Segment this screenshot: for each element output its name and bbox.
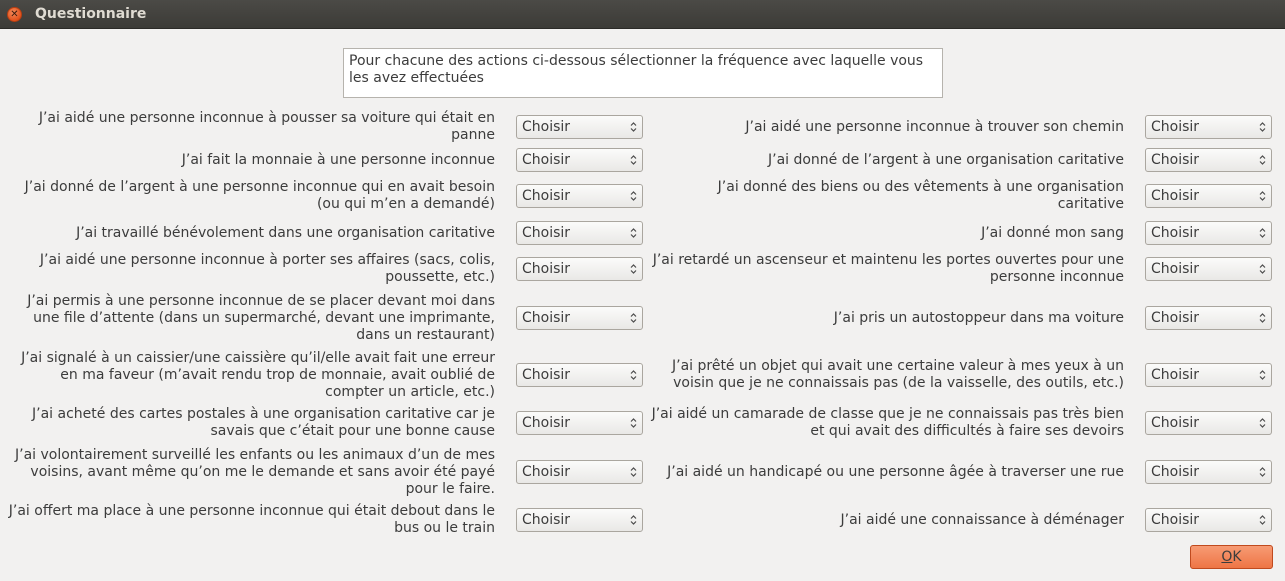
updown-arrows-icon bbox=[630, 264, 637, 274]
updown-arrows-icon bbox=[630, 370, 637, 380]
frequency-select[interactable]: Choisir bbox=[1145, 306, 1272, 330]
frequency-select[interactable]: Choisir bbox=[1145, 508, 1272, 532]
select-value: Choisir bbox=[1151, 310, 1200, 326]
frequency-select[interactable]: Choisir bbox=[516, 363, 643, 387]
updown-arrows-icon bbox=[630, 467, 637, 477]
question-label: J’ai offert ma place à une personne inco… bbox=[8, 503, 495, 536]
frequency-select[interactable]: Choisir bbox=[516, 460, 643, 484]
updown-arrows-icon bbox=[630, 155, 637, 165]
question-label: J’ai retardé un ascenseur et maintenu le… bbox=[652, 252, 1124, 285]
frequency-select[interactable]: Choisir bbox=[1145, 257, 1272, 281]
title-bar: ✕ Questionnaire bbox=[0, 0, 1285, 29]
frequency-select[interactable]: Choisir bbox=[1145, 411, 1272, 435]
updown-arrows-icon bbox=[630, 191, 637, 201]
updown-arrows-icon bbox=[630, 313, 637, 323]
frequency-select[interactable]: Choisir bbox=[516, 508, 643, 532]
ok-mnemonic: O bbox=[1221, 549, 1233, 565]
select-value: Choisir bbox=[1151, 415, 1200, 431]
select-value: Choisir bbox=[522, 310, 571, 326]
select-value: Choisir bbox=[522, 261, 571, 277]
updown-arrows-icon bbox=[1259, 418, 1266, 428]
question-label: J’ai prêté un objet qui avait une certai… bbox=[672, 358, 1124, 391]
select-value: Choisir bbox=[1151, 464, 1200, 480]
frequency-select[interactable]: Choisir bbox=[516, 257, 643, 281]
frequency-select[interactable]: Choisir bbox=[1145, 460, 1272, 484]
updown-arrows-icon bbox=[630, 228, 637, 238]
question-label: J’ai aidé un camarade de classe que je n… bbox=[651, 406, 1124, 439]
question-label: J’ai aidé une personne inconnue à porter… bbox=[39, 252, 495, 285]
question-label: J’ai aidé un handicapé ou une personne â… bbox=[667, 463, 1124, 480]
select-value: Choisir bbox=[522, 367, 571, 383]
updown-arrows-icon bbox=[1259, 370, 1266, 380]
instruction-text: Pour chacune des actions ci-dessous séle… bbox=[343, 48, 943, 98]
question-label: J’ai acheté des cartes postales à une or… bbox=[32, 406, 495, 439]
right-question-row: J’ai pris un autostoppeur dans ma voitur… bbox=[650, 288, 1272, 348]
updown-arrows-icon bbox=[630, 418, 637, 428]
close-icon[interactable]: ✕ bbox=[7, 7, 22, 22]
select-value: Choisir bbox=[522, 188, 571, 204]
updown-arrows-icon bbox=[1259, 467, 1266, 477]
updown-arrows-icon bbox=[1259, 155, 1266, 165]
ok-label-rest: K bbox=[1232, 549, 1242, 565]
ok-button[interactable]: OK bbox=[1190, 545, 1273, 569]
select-value: Choisir bbox=[522, 512, 571, 528]
updown-arrows-icon bbox=[1259, 313, 1266, 323]
question-label: J’ai aidé une connaissance à déménager bbox=[840, 511, 1125, 528]
select-value: Choisir bbox=[522, 464, 571, 480]
questionnaire-window: ✕ Questionnaire Pour chacune des actions… bbox=[0, 0, 1285, 581]
left-question-row: J’ai offert ma place à une personne inco… bbox=[0, 490, 643, 550]
updown-arrows-icon bbox=[1259, 515, 1266, 525]
updown-arrows-icon bbox=[1259, 264, 1266, 274]
frequency-select[interactable]: Choisir bbox=[516, 411, 643, 435]
select-value: Choisir bbox=[1151, 261, 1200, 277]
select-value: Choisir bbox=[1151, 512, 1200, 528]
frequency-select[interactable]: Choisir bbox=[1145, 363, 1272, 387]
updown-arrows-icon bbox=[1259, 191, 1266, 201]
question-label: J’ai pris un autostoppeur dans ma voitur… bbox=[833, 309, 1124, 326]
select-value: Choisir bbox=[522, 415, 571, 431]
window-title: Questionnaire bbox=[35, 6, 147, 22]
select-value: Choisir bbox=[1151, 367, 1200, 383]
right-question-row: J’ai aidé une connaissance à déménager Ch… bbox=[650, 490, 1272, 550]
left-question-row: J’ai permis à une personne inconnue de s… bbox=[0, 288, 643, 348]
updown-arrows-icon bbox=[630, 515, 637, 525]
select-value: Choisir bbox=[1151, 188, 1200, 204]
question-label: J’ai permis à une personne inconnue de s… bbox=[27, 292, 495, 343]
frequency-select[interactable]: Choisir bbox=[516, 306, 643, 330]
updown-arrows-icon bbox=[1259, 228, 1266, 238]
